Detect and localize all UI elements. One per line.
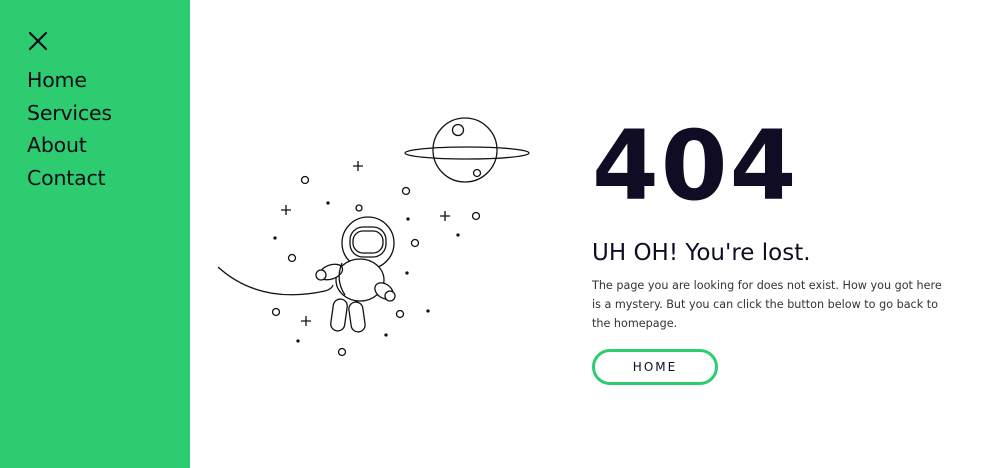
nav-item-home[interactable]: Home bbox=[27, 64, 112, 97]
page: Home Services About Contact 404 UH OH! Y… bbox=[0, 0, 983, 468]
error-content: 404 UH OH! You're lost. The page you are… bbox=[592, 110, 952, 385]
astronaut-icon bbox=[315, 216, 396, 333]
planet-icon bbox=[404, 117, 530, 183]
astronaut-planet-illustration bbox=[200, 95, 540, 370]
nav-item-contact[interactable]: Contact bbox=[27, 162, 112, 195]
nav-item-about[interactable]: About bbox=[27, 129, 112, 162]
error-heading: UH OH! You're lost. bbox=[592, 240, 811, 266]
close-icon[interactable] bbox=[27, 30, 49, 52]
home-button[interactable]: HOME bbox=[592, 348, 718, 385]
nav-item-services[interactable]: Services bbox=[27, 97, 112, 130]
error-description: The page you are looking for does not ex… bbox=[592, 278, 942, 330]
error-code: 404 bbox=[592, 110, 799, 222]
sidebar: Home Services About Contact bbox=[0, 0, 190, 468]
tether-line bbox=[217, 266, 334, 296]
sidebar-nav: Home Services About Contact bbox=[27, 64, 112, 195]
